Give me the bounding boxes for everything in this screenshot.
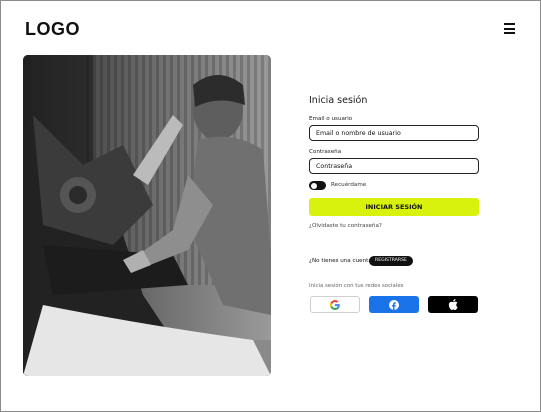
forgot-password-link[interactable]: ¿Olvidaste tu contraseña? [309, 223, 382, 229]
apple-login-button[interactable] [428, 296, 478, 313]
logo[interactable]: LOGO [25, 19, 80, 40]
social-login-label: Inicia sesión con tus redes sociales [309, 283, 404, 289]
remember-toggle[interactable] [309, 181, 326, 190]
email-input[interactable]: Email o nombre de usuario [309, 125, 479, 141]
google-icon [330, 299, 340, 310]
register-button[interactable]: REGISTRARSE [369, 256, 413, 266]
google-login-button[interactable] [310, 296, 360, 313]
hamburger-menu-icon[interactable] [504, 23, 515, 34]
password-input[interactable]: Contraseña [309, 158, 479, 174]
hero-photo [23, 55, 271, 376]
login-button[interactable]: INICIAR SESIÓN [309, 198, 479, 216]
password-label: Contraseña [309, 149, 342, 155]
apple-icon [448, 299, 458, 310]
email-label: Email o usuario [309, 116, 353, 122]
facebook-login-button[interactable] [369, 296, 419, 313]
login-title: Inicia sesión [309, 95, 368, 106]
no-account-text: ¿No tienes una cuenta? [309, 258, 375, 264]
remember-label: Recuérdame [331, 182, 367, 188]
facebook-icon [389, 299, 399, 310]
